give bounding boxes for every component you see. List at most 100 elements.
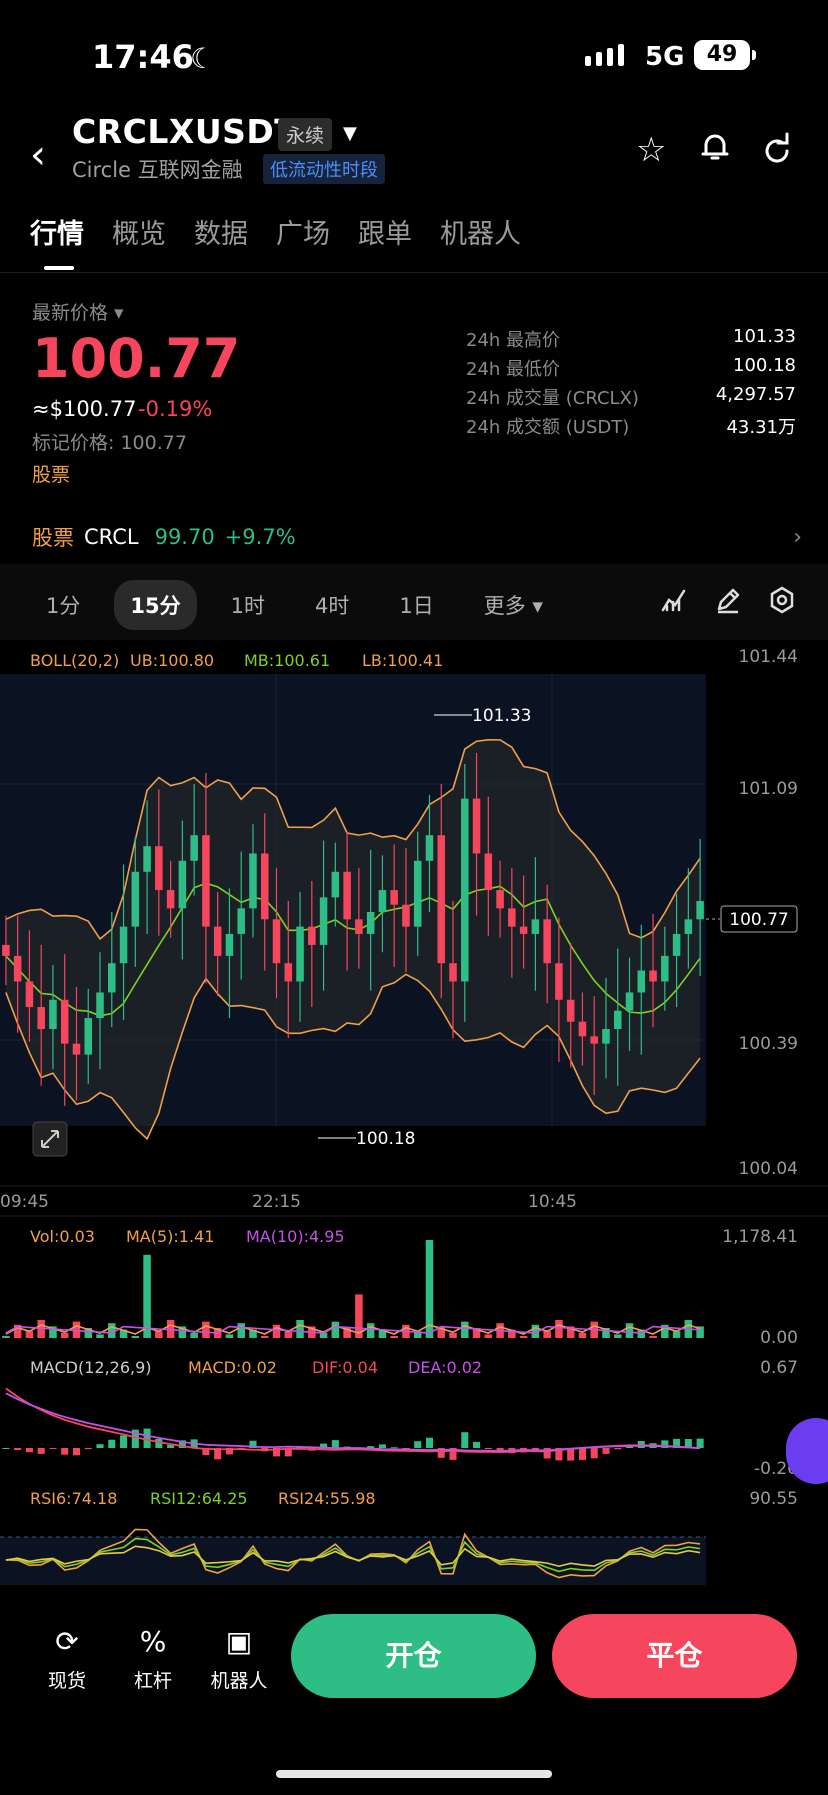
- candle-body: [272, 919, 281, 964]
- tab-market[interactable]: 行情: [30, 212, 84, 251]
- candle-body: [72, 1043, 81, 1055]
- candle-body: [308, 926, 316, 945]
- pair-title[interactable]: CRCLXUSDT: [72, 112, 297, 151]
- candle-body: [37, 1007, 45, 1030]
- candle-body: [590, 1036, 598, 1044]
- volume-bar: [155, 1331, 163, 1338]
- volume-bar: [649, 1336, 657, 1338]
- vol-label: Vol:0.03: [30, 1227, 95, 1246]
- candle-body: [602, 1029, 610, 1044]
- stat-low: 24h 最低价 100.18: [466, 355, 796, 380]
- volume-bar: [25, 1331, 34, 1338]
- spot-icon: ⟳: [55, 1625, 79, 1658]
- candle-body: [296, 926, 304, 982]
- tab-overview[interactable]: 概览: [112, 212, 166, 251]
- volume-bar: [2, 1336, 10, 1338]
- candle-body: [366, 912, 375, 934]
- rsi-max: 90.55: [749, 1489, 798, 1509]
- robot-nav[interactable]: ▣ 机器人: [204, 1625, 274, 1693]
- rsi12: RSI12:64.25: [150, 1489, 248, 1508]
- close-position-button[interactable]: 平仓: [552, 1614, 797, 1698]
- macd-bar: [143, 1428, 151, 1448]
- app-root: 17:46 ☾ 5G 49 ‹ CRCLXUSDT 永续 ▼ Circle 互联…: [0, 0, 828, 1795]
- candlestick-chart[interactable]: BOLL(20,2) UB:100.80 MB:100.61 LB:100.41…: [0, 640, 828, 1585]
- low-liquidity-badge: 低流动性时段: [263, 154, 385, 184]
- open-position-button[interactable]: 开仓: [291, 1614, 536, 1698]
- x-tick-2: 22:15: [252, 1192, 301, 1212]
- stock-info-row[interactable]: 股票 CRCL 99.70 +9.7% ›: [32, 522, 802, 552]
- chevron-down-icon[interactable]: ▼: [343, 123, 357, 144]
- interval-4h[interactable]: 4时: [299, 580, 365, 630]
- candle-body: [402, 904, 410, 927]
- volume-bar: [202, 1321, 210, 1338]
- candle-body: [237, 908, 245, 934]
- candle-body: [508, 908, 516, 927]
- macd-bar: [696, 1438, 704, 1448]
- candle-body: [519, 926, 528, 934]
- candle-body: [637, 970, 646, 993]
- candle-body: [2, 944, 10, 956]
- x-tick-1: 09:45: [0, 1192, 49, 1212]
- candle-body: [437, 835, 446, 964]
- candle-body: [202, 835, 210, 927]
- candle-body: [84, 1018, 93, 1055]
- volume-bar: [225, 1334, 234, 1338]
- candle-body: [343, 871, 351, 920]
- candle-body: [684, 919, 693, 934]
- tab-data[interactable]: 数据: [194, 212, 248, 251]
- candle-body: [249, 853, 257, 909]
- back-icon[interactable]: ‹: [30, 132, 46, 178]
- candle-body: [213, 926, 222, 956]
- interval-1m[interactable]: 1分: [30, 580, 96, 630]
- main-tabs: 行情 概览 数据 广场 跟单 机器人: [30, 212, 521, 251]
- network-type: 5G: [645, 42, 685, 72]
- candle-body: [178, 860, 187, 909]
- tab-copytrade[interactable]: 跟单: [358, 212, 412, 251]
- candle-body: [625, 992, 634, 1011]
- volume-bar: [260, 1336, 269, 1338]
- macd-bar: [378, 1444, 386, 1448]
- tab-indicator: [44, 266, 74, 270]
- y-tick-4: 100.04: [739, 1159, 798, 1179]
- volume-bar: [578, 1332, 587, 1338]
- interval-more[interactable]: 更多 ▾: [468, 580, 559, 630]
- price-change: -0.19%: [138, 397, 213, 421]
- divider: [0, 272, 828, 273]
- last-price-label[interactable]: 最新价格 ▾: [32, 298, 124, 325]
- candle-body: [661, 955, 669, 982]
- star-icon[interactable]: ☆: [636, 130, 666, 170]
- signal-icon: [585, 44, 624, 66]
- volume-bar: [519, 1336, 528, 1338]
- candle-body: [390, 890, 398, 905]
- share-icon[interactable]: [760, 130, 794, 173]
- volume-bar: [543, 1331, 551, 1338]
- candle-body: [284, 963, 293, 982]
- leverage-nav[interactable]: % 杠杆: [118, 1625, 188, 1693]
- macd-bar: [108, 1439, 116, 1448]
- settings-icon[interactable]: [768, 586, 796, 621]
- candle-body: [413, 860, 422, 927]
- interval-1h[interactable]: 1时: [215, 580, 281, 630]
- boll-label: BOLL(20,2): [30, 651, 119, 670]
- volume-bars: [2, 1240, 704, 1338]
- macd-bar: [25, 1448, 33, 1453]
- tab-robot[interactable]: 机器人: [440, 212, 521, 251]
- candle-body: [543, 919, 551, 964]
- volume-bar: [237, 1323, 245, 1338]
- leverage-icon: %: [139, 1625, 167, 1658]
- macd-bar: [425, 1437, 434, 1448]
- candle-body: [472, 798, 481, 854]
- indicator-icon[interactable]: [660, 586, 688, 621]
- x-tick-3: 10:45: [528, 1192, 577, 1212]
- interval-1d[interactable]: 1日: [383, 580, 449, 630]
- volume-bar: [625, 1323, 634, 1338]
- bell-icon[interactable]: [698, 130, 732, 173]
- candle-body: [166, 890, 175, 909]
- candle-body: [143, 846, 151, 872]
- draw-icon[interactable]: [714, 586, 742, 621]
- tab-square[interactable]: 广场: [276, 212, 330, 251]
- volume-bar: [390, 1336, 398, 1338]
- interval-15m[interactable]: 15分: [114, 580, 197, 630]
- home-indicator: [276, 1770, 552, 1778]
- spot-nav[interactable]: ⟳ 现货: [32, 1625, 102, 1693]
